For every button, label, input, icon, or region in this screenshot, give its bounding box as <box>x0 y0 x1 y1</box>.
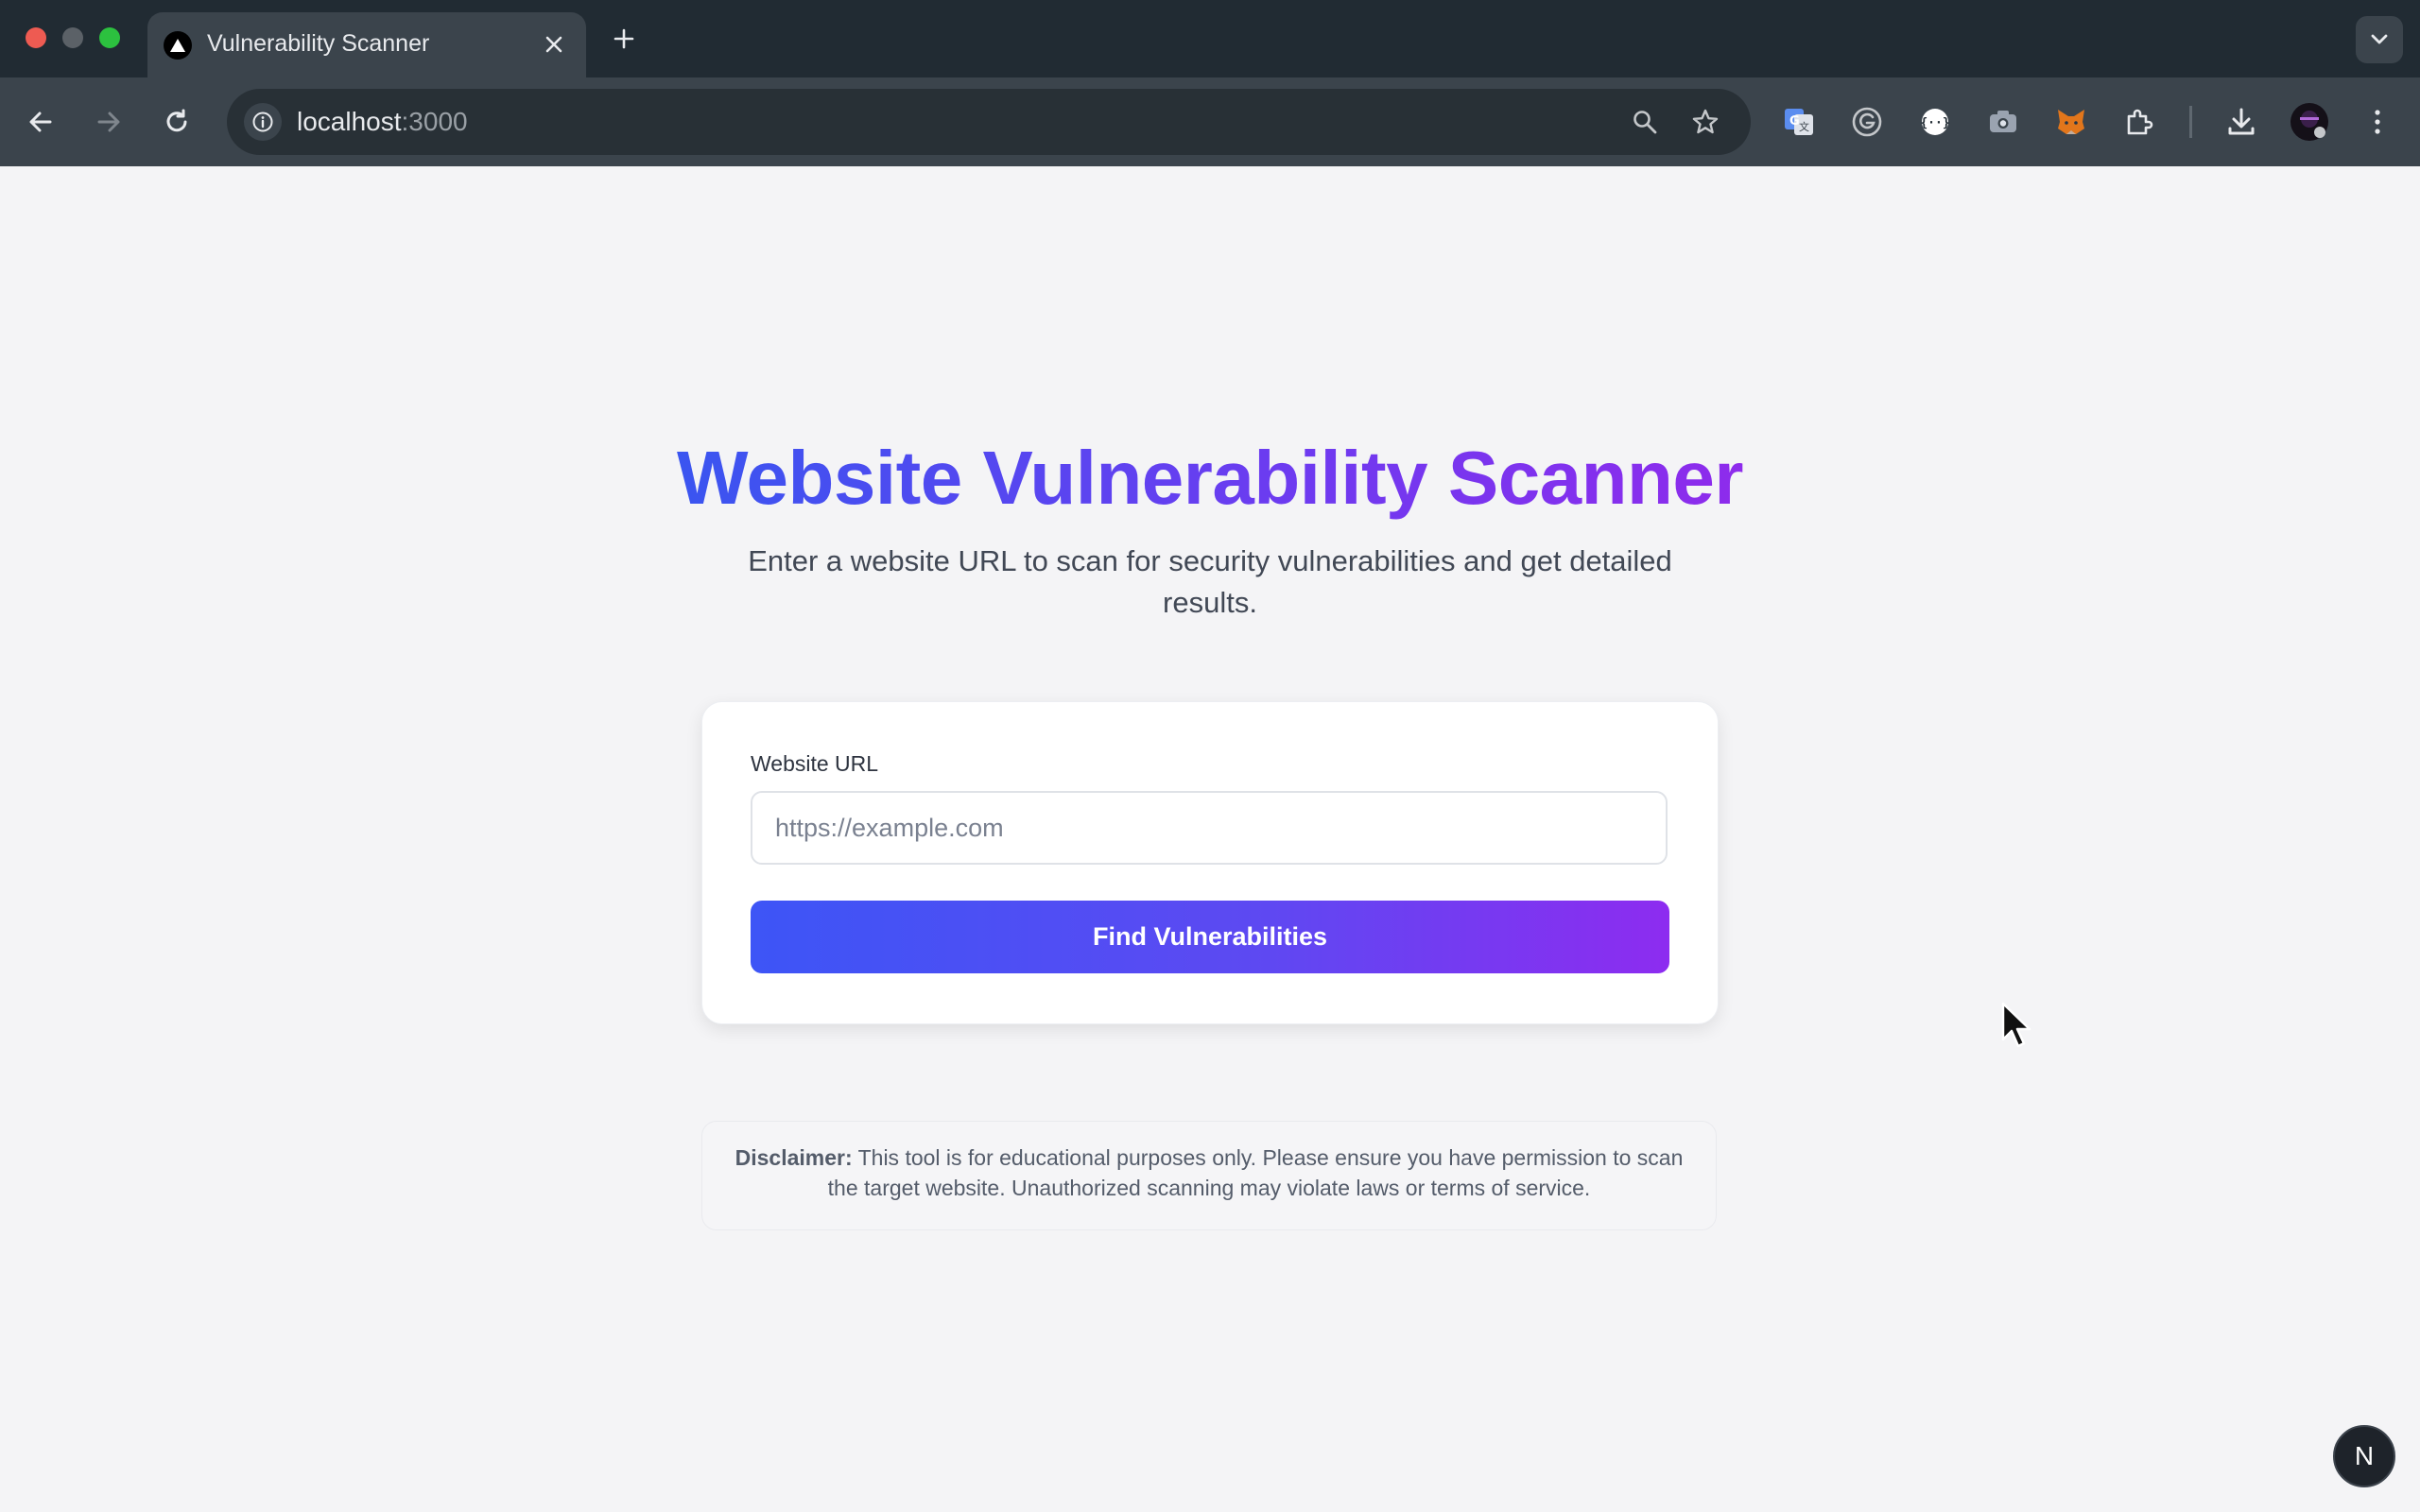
disclaimer-label: Disclaimer: <box>735 1145 853 1170</box>
url-field-label: Website URL <box>751 751 879 776</box>
url-text[interactable]: localhost:3000 <box>297 106 468 138</box>
scan-form-card: Website URL Find Vulnerabilities <box>701 701 1719 1024</box>
new-tab-plus-icon[interactable] <box>605 20 643 58</box>
site-info-icon[interactable] <box>244 103 282 141</box>
tab-search-chevron-icon[interactable] <box>2356 16 2403 63</box>
code-extension-icon[interactable]: {··} <box>1913 100 1957 144</box>
toolbar-separator <box>2189 106 2192 138</box>
browser-toolbar: localhost:3000 G文 {··} <box>0 77 2420 166</box>
disclaimer-text: This tool is for educational purposes on… <box>827 1145 1684 1200</box>
browser-tabbar: Vulnerability Scanner <box>0 0 2420 77</box>
metamask-fox-icon[interactable] <box>2049 100 2093 144</box>
browser-tab-active[interactable]: Vulnerability Scanner <box>147 12 586 77</box>
reload-icon[interactable] <box>155 100 199 144</box>
extensions-puzzle-icon[interactable] <box>2118 100 2161 144</box>
svg-text:{··}: {··} <box>1920 116 1949 130</box>
grammarly-icon[interactable] <box>1845 100 1889 144</box>
bookmark-star-icon[interactable] <box>1686 103 1724 141</box>
back-arrow-icon[interactable] <box>19 100 62 144</box>
window-maximize-button[interactable] <box>99 27 120 48</box>
url-port: :3000 <box>401 107 468 136</box>
screenshot-camera-icon[interactable] <box>1981 100 2025 144</box>
browser-menu-kebab-icon[interactable] <box>2356 100 2399 144</box>
page-title-text: Website Vulnerability Scanner <box>676 436 1744 520</box>
forward-arrow-icon[interactable] <box>87 100 130 144</box>
url-input[interactable] <box>751 791 1668 865</box>
page-subtitle: Enter a website URL to scan for security… <box>748 544 1672 619</box>
mouse-cursor-icon <box>2001 1002 2031 1048</box>
svg-text:文: 文 <box>1799 120 1809 133</box>
nextjs-dev-indicator-button[interactable]: N <box>2333 1425 2395 1487</box>
zoom-magnifier-icon[interactable] <box>1626 103 1664 141</box>
url-host: localhost <box>297 107 402 136</box>
tab-close-icon[interactable] <box>537 27 571 61</box>
window-close-button[interactable] <box>26 27 46 48</box>
profile-avatar[interactable] <box>2288 100 2331 144</box>
page-content: Website Vulnerability Scanner Enter a we… <box>0 166 2420 1512</box>
tab-title: Vulnerability Scanner <box>207 30 430 57</box>
address-bar[interactable]: localhost:3000 <box>227 89 1751 155</box>
nextjs-favicon-icon <box>164 31 192 60</box>
dev-badge-letter: N <box>2354 1441 2375 1470</box>
google-translate-icon[interactable]: G文 <box>1777 100 1821 144</box>
find-vulnerabilities-button[interactable]: Find Vulnerabilities <box>751 901 1669 973</box>
window-minimize-button[interactable] <box>62 27 83 48</box>
download-icon[interactable] <box>2220 100 2263 144</box>
page-title: Website Vulnerability Scanner <box>0 431 2420 525</box>
disclaimer-box: Disclaimer: This tool is for educational… <box>701 1121 1717 1230</box>
